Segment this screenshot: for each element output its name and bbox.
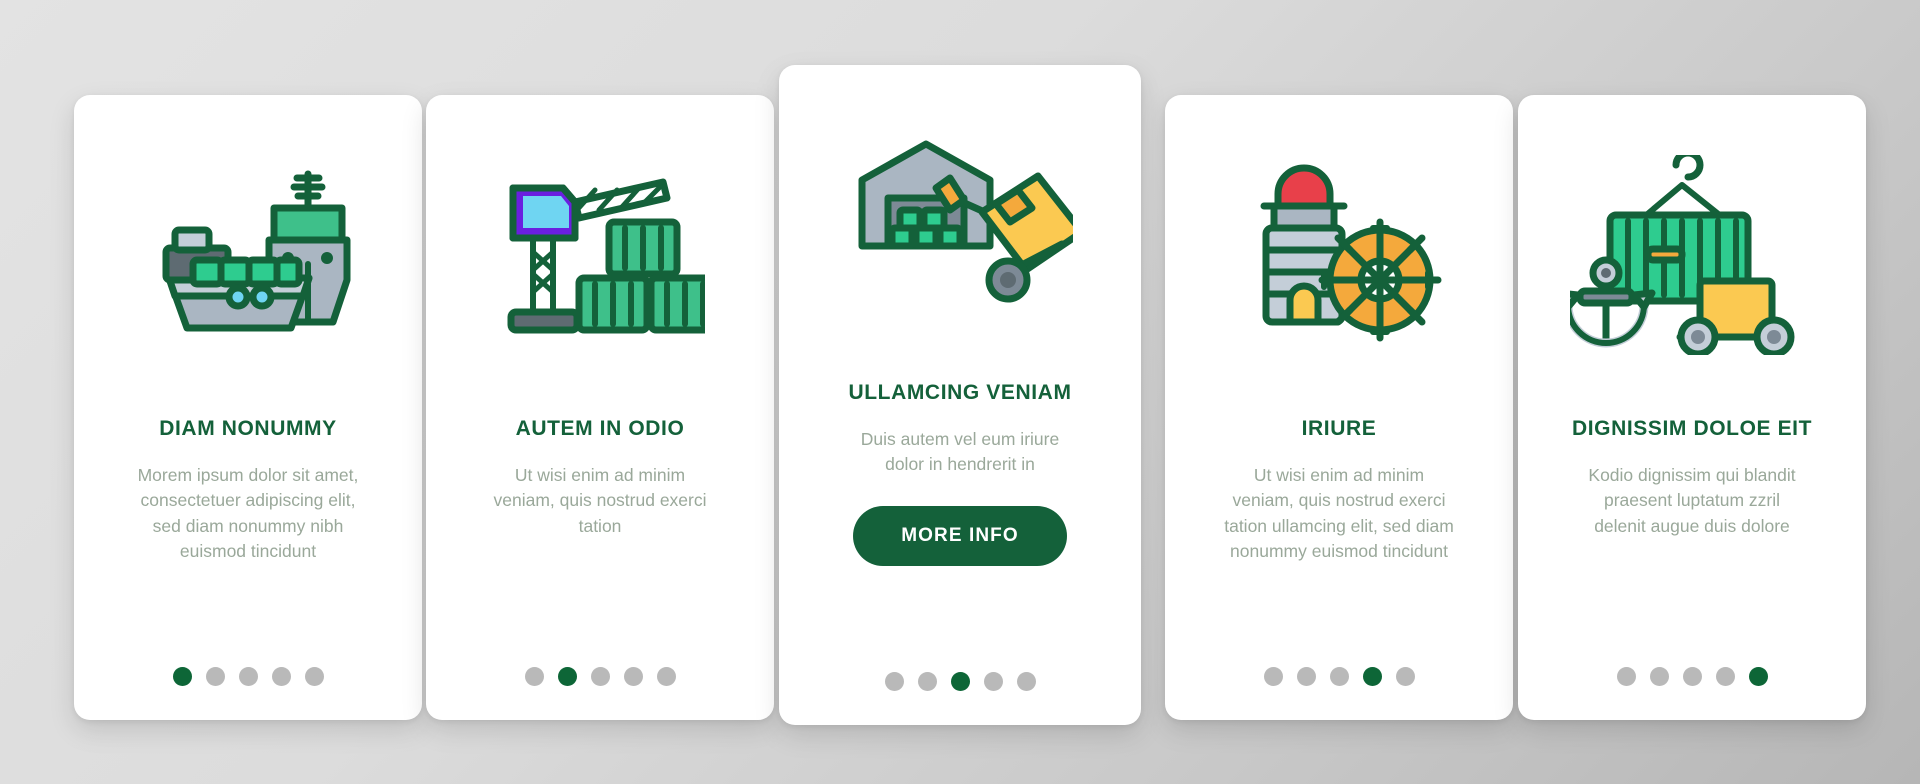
port-crane-containers-icon	[426, 95, 774, 395]
pagination-dots[interactable]	[1518, 667, 1866, 686]
warehouse-hand-truck-icon	[779, 65, 1141, 365]
pagination-dot[interactable]	[983, 672, 1003, 691]
pagination-dot[interactable]	[917, 672, 937, 691]
pagination-dot[interactable]	[557, 667, 577, 686]
card-title: AUTEM IN ODIO	[515, 417, 685, 440]
pagination-dot[interactable]	[1362, 667, 1382, 686]
pagination-dot[interactable]	[1296, 667, 1316, 686]
card-body: Morem ipsum dolor sit amet, consectetuer…	[137, 465, 359, 562]
onboarding-card-1[interactable]: DIAM NONUMMY Morem ipsum dolor sit amet,…	[74, 95, 422, 720]
pagination-dot[interactable]	[1715, 667, 1735, 686]
pagination-dot[interactable]	[656, 667, 676, 686]
card-title: IRIURE	[1301, 417, 1377, 440]
card-body: Kodio dignissim qui blandit praesent lup…	[1588, 465, 1796, 536]
pagination-dots[interactable]	[426, 667, 774, 686]
pagination-dot[interactable]	[271, 667, 291, 686]
onboarding-card-3[interactable]: ULLAMCING VENIAM Duis autem vel eum iriu…	[779, 65, 1141, 725]
pagination-dot[interactable]	[1329, 667, 1349, 686]
card-body: Ut wisi enim ad minim veniam, quis nostr…	[1224, 465, 1454, 562]
onboarding-card-4[interactable]: IRIURE Ut wisi enim ad minim veniam, qui…	[1165, 95, 1513, 720]
pagination-dot[interactable]	[524, 667, 544, 686]
lighthouse-ship-wheel-icon	[1165, 95, 1513, 395]
cargo-ship-icon	[74, 95, 422, 395]
pagination-dot[interactable]	[1616, 667, 1636, 686]
pagination-dot[interactable]	[1016, 672, 1036, 691]
card-body: Duis autem vel eum iriure dolor in hendr…	[860, 429, 1060, 475]
card-title: DIAM NONUMMY	[159, 417, 337, 440]
pagination-dot[interactable]	[205, 667, 225, 686]
onboarding-card-2[interactable]: AUTEM IN ODIO Ut wisi enim ad minim veni…	[426, 95, 774, 720]
pagination-dot[interactable]	[623, 667, 643, 686]
pagination-dots[interactable]	[74, 667, 422, 686]
pagination-dot[interactable]	[1395, 667, 1415, 686]
card-title: DIGNISSIM DOLOE EIT	[1571, 417, 1813, 440]
card-title: ULLAMCING VENIAM	[848, 381, 1072, 404]
pagination-dot[interactable]	[1682, 667, 1702, 686]
pagination-dot[interactable]	[1649, 667, 1669, 686]
pagination-dot[interactable]	[884, 672, 904, 691]
card-body: Ut wisi enim ad minim veniam, quis nostr…	[493, 465, 707, 536]
pagination-dot[interactable]	[304, 667, 324, 686]
pagination-dot[interactable]	[590, 667, 610, 686]
pagination-dot[interactable]	[172, 667, 192, 686]
onboarding-screens-stage: DIAM NONUMMY Morem ipsum dolor sit amet,…	[0, 0, 1920, 784]
pagination-dots[interactable]	[779, 672, 1141, 691]
onboarding-card-5[interactable]: DIGNISSIM DOLOE EIT Kodio dignissim qui …	[1518, 95, 1866, 720]
anchor-container-cargo-icon	[1518, 95, 1866, 395]
pagination-dots[interactable]	[1165, 667, 1513, 686]
pagination-dot[interactable]	[238, 667, 258, 686]
pagination-dot[interactable]	[1748, 667, 1768, 686]
more-info-button[interactable]: MORE INFO	[853, 505, 1067, 566]
pagination-dot[interactable]	[1263, 667, 1283, 686]
pagination-dot[interactable]	[950, 672, 970, 691]
